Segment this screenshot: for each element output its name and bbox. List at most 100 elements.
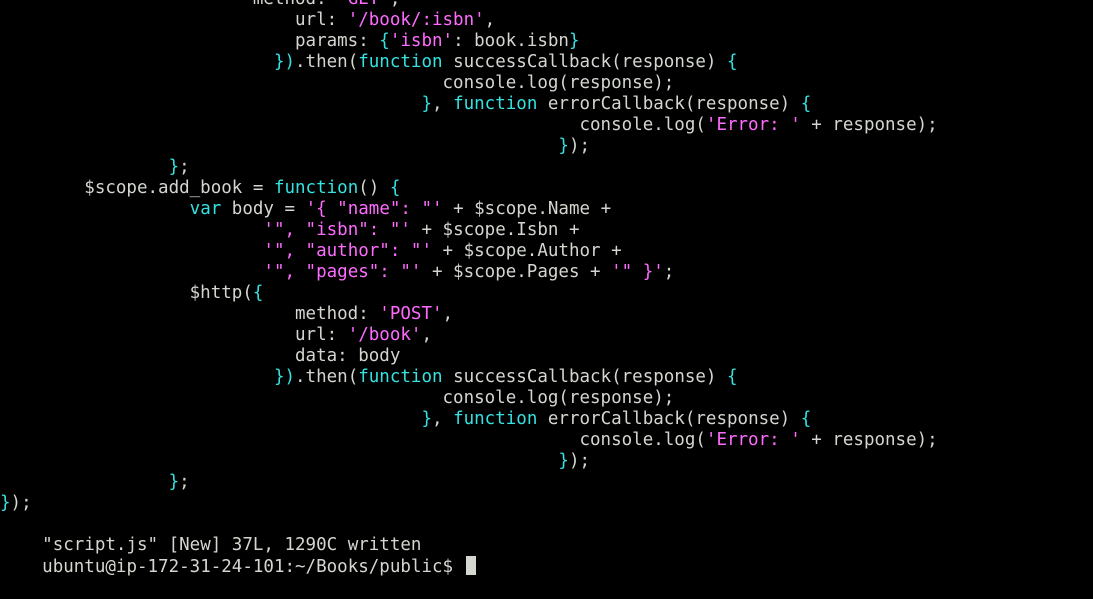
code-token: params:: [0, 31, 380, 51]
code-line: };: [0, 472, 1093, 493]
code-token: '", "isbn": "': [263, 220, 411, 240]
code-token: function: [273, 178, 359, 198]
code-token: }: [0, 493, 11, 513]
code-line: console.log(response);: [0, 73, 1093, 94]
code-line: '", "isbn": "' + $scope.Isbn +: [0, 220, 1093, 241]
code-token: {: [727, 367, 738, 387]
code-token: }: [168, 472, 180, 492]
code-line: '", "author": "' + $scope.Author +: [0, 241, 1093, 262]
code-line: $http({: [0, 283, 1093, 304]
code-token: }: [558, 136, 569, 156]
code-token: ,: [390, 0, 401, 9]
code-token: function: [453, 409, 538, 429]
code-token: }: [168, 157, 180, 177]
code-token: '{ "name": "': [305, 199, 443, 219]
terminal-cursor: [465, 556, 476, 575]
code-token: function: [358, 52, 443, 72]
code-token: + $scope.Author +: [431, 241, 622, 261]
code-token: }): [273, 52, 296, 72]
code-token: errorCallback(response): [537, 409, 801, 429]
code-token: '", "pages": "': [263, 262, 422, 282]
code-token: $http(: [0, 283, 253, 303]
code-token: ;: [179, 157, 190, 177]
code-token: );: [568, 136, 591, 156]
code-line: }, function errorCallback(response) {: [0, 409, 1093, 430]
code-line: });: [0, 493, 1093, 514]
code-token: method:: [0, 304, 380, 324]
code-line: method: 'POST',: [0, 304, 1093, 325]
code-line: };: [0, 157, 1093, 178]
code-line: $scope.add_book = function() {: [0, 178, 1093, 199]
code-line: data: body: [0, 346, 1093, 367]
code-line: url: '/book',: [0, 325, 1093, 346]
code-token: method:: [253, 0, 337, 9]
terminal-window[interactable]: method: 'GET', url: '/book/:isbn', param…: [0, 0, 1093, 577]
code-token: ,: [442, 304, 454, 324]
code-line: }).then(function successCallback(respons…: [0, 367, 1093, 388]
code-token: 'Error: ': [705, 430, 801, 450]
code-line: }, function errorCallback(response) {: [0, 94, 1093, 115]
code-token: ;: [179, 472, 190, 492]
code-token: ,: [421, 325, 432, 345]
code-token: 'isbn': [389, 31, 454, 51]
code-token: console.log(: [0, 430, 706, 450]
code-token: ,: [431, 94, 454, 114]
code-token: : book.isbn: [453, 31, 569, 51]
code-token: console.log(response);: [0, 388, 675, 408]
code-line: url: '/book/:isbn',: [0, 10, 1093, 31]
code-token: .then(: [295, 367, 359, 387]
code-token: ,: [484, 10, 496, 30]
code-token: }): [273, 367, 296, 387]
code-token: url:: [0, 325, 348, 345]
code-line: '", "pages": "' + $scope.Pages + '" }';: [0, 262, 1093, 283]
code-line: params: {'isbn': book.isbn}: [0, 31, 1093, 52]
code-token: (): [358, 178, 390, 198]
code-token: var: [189, 199, 222, 219]
code-token: );: [568, 451, 591, 471]
code-token: + response);: [800, 115, 938, 135]
code-token: errorCallback(response): [537, 94, 801, 114]
code-line: console.log('Error: ' + response);: [0, 115, 1093, 136]
code-line: method: 'GET',: [0, 0, 1093, 10]
code-token: + $scope.Name +: [442, 199, 612, 219]
code-token: }: [421, 409, 432, 429]
code-token: body =: [221, 199, 306, 219]
code-line: });: [0, 136, 1093, 157]
code-token: ,: [431, 409, 454, 429]
code-line: });: [0, 451, 1093, 472]
code-line: console.log(response);: [0, 388, 1093, 409]
code-token: + response);: [800, 430, 938, 450]
code-token: }: [568, 31, 580, 51]
code-line: var body = '{ "name": "' + $scope.Name +: [0, 199, 1093, 220]
shell-prompt: ubuntu@ip-172-31-24-101:~/Books/public$: [42, 557, 464, 577]
shell-prompt-line[interactable]: ubuntu@ip-172-31-24-101:~/Books/public$: [0, 535, 1093, 577]
code-token: successCallback(response): [442, 367, 728, 387]
code-token: + $scope.Isbn +: [410, 220, 580, 240]
code-token: 'POST': [379, 304, 443, 324]
code-token: successCallback(response): [442, 52, 728, 72]
code-line: console.log('Error: ' + response);: [0, 430, 1093, 451]
code-token: data: body: [0, 346, 401, 366]
code-token: ;: [663, 262, 675, 282]
code-token: {: [727, 52, 738, 72]
code-token: }: [558, 451, 569, 471]
code-token: function: [453, 94, 538, 114]
code-token: {: [252, 283, 264, 303]
code-token: $scope.add_book =: [0, 178, 274, 198]
code-token: '" }': [611, 262, 664, 282]
code-buffer: method: 'GET', url: '/book/:isbn', param…: [0, 0, 1093, 514]
code-token: 'Error: ': [705, 115, 801, 135]
code-token: {: [389, 178, 401, 198]
code-token: console.log(response);: [0, 73, 675, 93]
code-token: {: [800, 409, 812, 429]
